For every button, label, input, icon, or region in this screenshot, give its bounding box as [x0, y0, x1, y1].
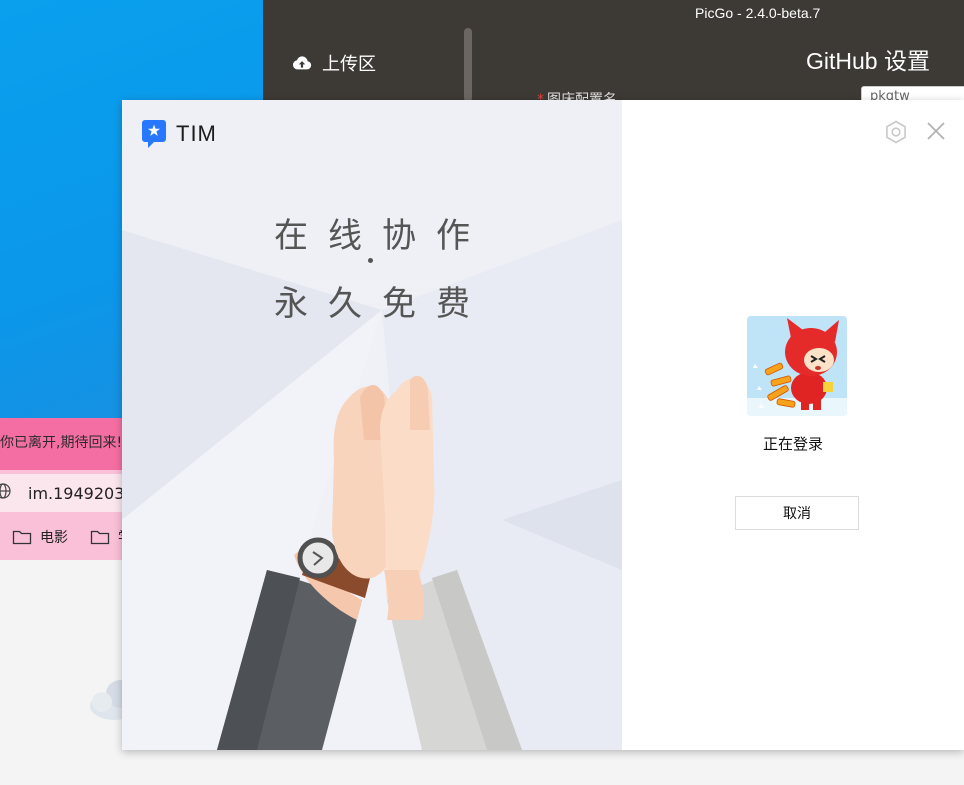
folder-icon	[90, 530, 110, 545]
browser-tab-title[interactable]: 你已离开,期待回来!	[0, 432, 122, 452]
avatar	[747, 316, 847, 416]
browser-url-text[interactable]: im.19492035	[28, 484, 135, 503]
login-status-text: 正在登录	[762, 435, 823, 453]
close-icon[interactable]	[925, 120, 947, 142]
page-title: GitHub 设置	[806, 48, 930, 74]
sidebar-item-label: 上传区	[322, 54, 376, 75]
tim-login-panel: 正在登录 取消	[622, 100, 964, 750]
bookmark-movie[interactable]: 电影	[12, 527, 68, 547]
picgo-window: PicGo - 2.4.0-beta.7 上传区 GitHub 设置 *图床配置…	[263, 0, 964, 108]
browser-window: 你已离开,期待回来! im.19492035 电影 学	[0, 418, 135, 560]
settings-icon[interactable]	[884, 120, 908, 144]
high-five-illustration	[217, 375, 522, 750]
tim-promo-panel: TIM 在线协作 永久免费	[122, 100, 622, 750]
sidebar-scrollbar[interactable]	[464, 28, 472, 102]
folder-icon	[12, 530, 32, 545]
bookmark-label: 电影	[40, 530, 68, 546]
tim-login-window: TIM 在线协作 永久免费 正在登录 取消	[122, 100, 964, 750]
globe-icon	[0, 483, 11, 499]
cartoon-fox-avatar-icon	[747, 316, 847, 416]
picgo-window-title: PicGo - 2.4.0-beta.7	[695, 5, 821, 21]
cancel-login-button[interactable]: 取消	[735, 496, 859, 530]
sidebar-item-upload[interactable]: 上传区	[291, 48, 376, 78]
cloud-upload-icon	[292, 56, 312, 70]
